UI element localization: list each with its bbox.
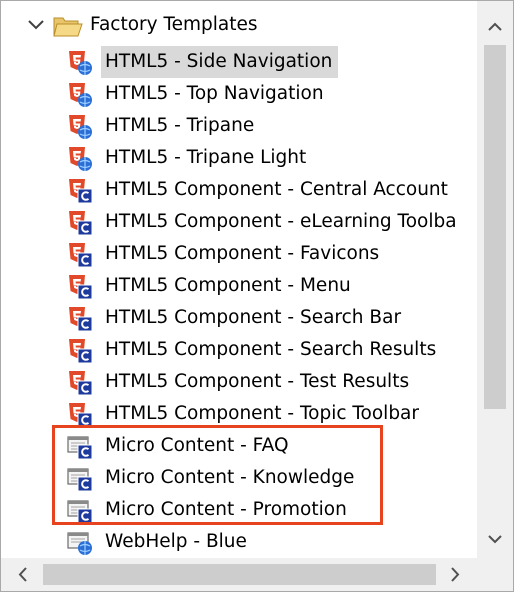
html5-skin-icon [67, 82, 93, 108]
scrollbar-corner [477, 558, 513, 591]
tree-item-label: HTML5 Component - Test Results [105, 371, 410, 392]
template-tree: Factory Templates HTML5 - Side Navigatio… [1, 1, 476, 558]
html5-skin-icon [67, 114, 93, 140]
tree-item-html5-component-search-bar[interactable]: HTML5 Component - Search Bar [67, 302, 476, 334]
vertical-scrollbar[interactable] [477, 1, 513, 558]
tree-item-html5-tripane-light[interactable]: HTML5 - Tripane Light [67, 142, 476, 174]
scroll-up-arrow-icon[interactable] [477, 11, 513, 41]
tree-item-label: HTML5 Component - Search Results [105, 339, 437, 360]
tree-item-label: HTML5 Component - Menu [105, 275, 351, 296]
tree-item-html5-component-search-results[interactable]: HTML5 Component - Search Results [67, 334, 476, 366]
vertical-scrollbar-thumb[interactable] [484, 45, 506, 409]
tree-item-label: HTML5 Component - Central Account [105, 179, 448, 200]
tree-item-html5-component-favicons[interactable]: HTML5 Component - Favicons [67, 238, 476, 270]
tree-item-label: HTML5 - Top Navigation [105, 83, 324, 104]
tree-item-label: HTML5 - Tripane [105, 115, 255, 136]
template-tree-panel: Factory Templates HTML5 - Side Navigatio… [0, 0, 514, 592]
tree-item-html5-component-menu[interactable]: HTML5 Component - Menu [67, 270, 476, 302]
html5-skin-icon [67, 50, 93, 76]
tree-item-label: HTML5 Component - Topic Toolbar [105, 403, 420, 424]
tree-item-webhelp-blue[interactable]: WebHelp - Blue [67, 526, 476, 558]
scroll-right-arrow-icon[interactable] [441, 558, 469, 591]
tree-item-html5-component-elearning-toolbar[interactable]: HTML5 Component - eLearning Toolba [67, 206, 476, 238]
micro-content-component-icon [67, 466, 93, 492]
scroll-left-arrow-icon[interactable] [9, 558, 37, 591]
html5-component-icon [67, 402, 93, 428]
webhelp-skin-icon [67, 530, 93, 556]
folder-open-icon [53, 14, 83, 38]
tree-item-html5-top-navigation[interactable]: HTML5 - Top Navigation [67, 78, 476, 110]
tree-item-label: HTML5 - Side Navigation [101, 46, 339, 78]
tree-item-label: HTML5 Component - Favicons [105, 243, 380, 264]
tree-item-label: Micro Content - Knowledge [105, 467, 355, 488]
html5-component-icon [67, 370, 93, 396]
tree-item-html5-tripane[interactable]: HTML5 - Tripane [67, 110, 476, 142]
micro-content-component-icon [67, 498, 93, 524]
html5-component-icon [67, 242, 93, 268]
tree-item-html5-side-navigation[interactable]: HTML5 - Side Navigation [67, 46, 476, 78]
html5-component-icon [67, 306, 93, 332]
tree-item-label: HTML5 Component - eLearning Toolba [105, 211, 457, 232]
tree-root-label: Factory Templates [90, 14, 258, 35]
micro-content-component-icon [67, 434, 93, 460]
horizontal-scrollbar[interactable] [1, 558, 477, 591]
tree-item-label: Micro Content - Promotion [105, 499, 347, 520]
tree-item-html5-component-central-account[interactable]: HTML5 Component - Central Account [67, 174, 476, 206]
tree-item-html5-component-topic-toolbar[interactable]: HTML5 Component - Topic Toolbar [67, 398, 476, 430]
tree-item-micro-content-faq[interactable]: Micro Content - FAQ [67, 430, 476, 462]
horizontal-scrollbar-thumb[interactable] [43, 564, 436, 585]
html5-skin-icon [67, 146, 93, 172]
scroll-down-arrow-icon[interactable] [477, 525, 513, 555]
html5-component-icon [67, 274, 93, 300]
tree-item-html5-component-test-results[interactable]: HTML5 Component - Test Results [67, 366, 476, 398]
tree-item-label: Micro Content - FAQ [105, 435, 289, 456]
tree-item-label: HTML5 - Tripane Light [105, 147, 307, 168]
html5-component-icon [67, 178, 93, 204]
tree-item-label: WebHelp - Blue [105, 531, 247, 552]
tree-item-micro-content-knowledge[interactable]: Micro Content - Knowledge [67, 462, 476, 494]
chevron-down-icon[interactable] [26, 9, 46, 41]
tree-item-micro-content-promotion[interactable]: Micro Content - Promotion [67, 494, 476, 526]
html5-component-icon [67, 338, 93, 364]
tree-item-label: HTML5 Component - Search Bar [105, 307, 402, 328]
html5-component-icon [67, 210, 93, 236]
